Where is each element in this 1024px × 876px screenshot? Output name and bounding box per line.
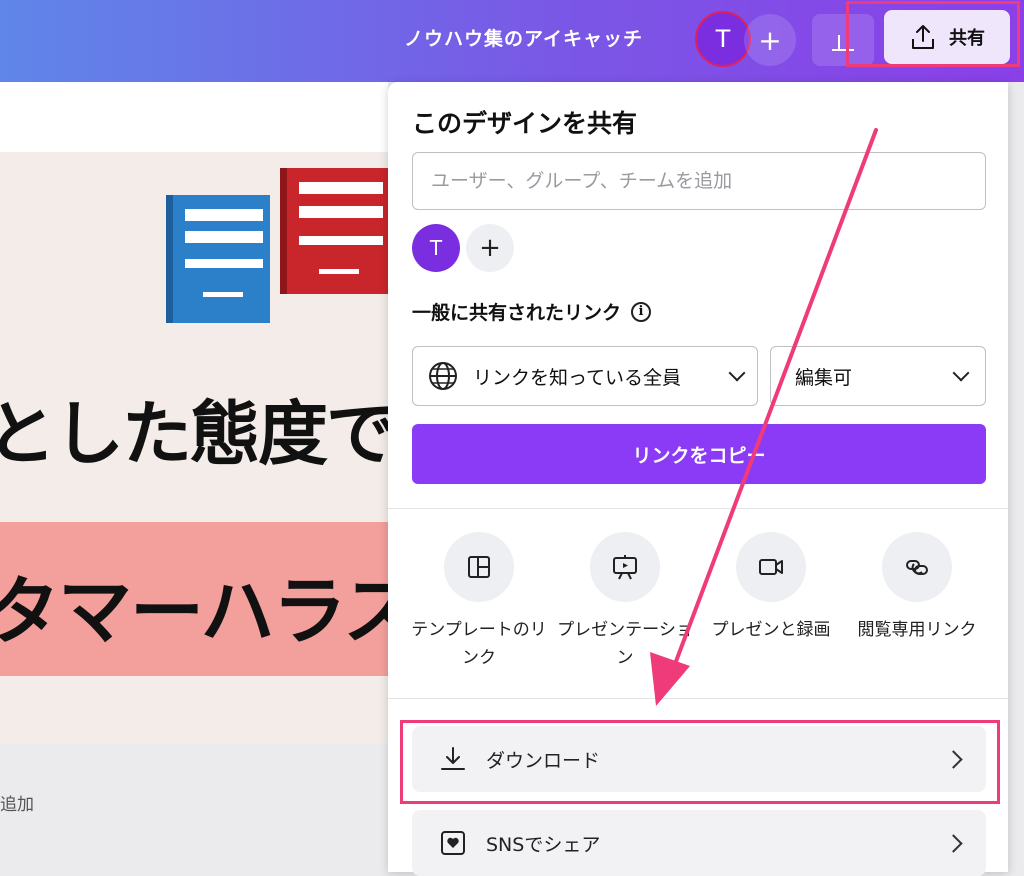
red-book-illustration — [280, 168, 388, 294]
share-sns-row[interactable]: SNSでシェア — [412, 810, 986, 876]
share-sns-label: SNSでシェア — [486, 833, 601, 856]
option-presentation[interactable]: プレゼンテーション — [552, 532, 698, 672]
globe-icon — [429, 362, 457, 390]
chevron-down-icon — [952, 364, 970, 382]
chevron-down-icon — [728, 364, 746, 382]
design-band-text: タマーハラス — [0, 569, 388, 655]
editor-toolbar — [0, 82, 388, 152]
chevron-right-icon — [944, 833, 963, 853]
design-pink-band: タマーハラス — [0, 522, 388, 676]
document-title[interactable]: ノウハウ集のアイキャッチ — [404, 24, 643, 51]
divider — [388, 508, 1008, 509]
info-icon[interactable]: i — [631, 301, 652, 322]
link-access-value: リンクを知っている全員 — [473, 366, 682, 389]
option-label: 閲覧専用リンク — [857, 620, 977, 640]
link-section-heading: 一般に共有されたリンク i — [412, 298, 652, 325]
record-icon — [736, 532, 806, 602]
presentation-icon — [590, 532, 660, 602]
permission-value: 編集可 — [795, 366, 853, 389]
share-panel-title: このデザインを共有 — [412, 109, 638, 138]
add-notes-label[interactable]: 追加 — [0, 790, 34, 815]
divider — [388, 698, 1008, 699]
add-member-button[interactable]: + — [466, 224, 514, 272]
option-present-and-record[interactable]: プレゼンと録画 — [698, 532, 844, 644]
blue-book-illustration — [166, 195, 270, 323]
heart-card-icon — [441, 831, 465, 855]
design-canvas[interactable]: とした態度で タマーハラス — [0, 152, 388, 744]
design-headline: とした態度で — [0, 393, 388, 475]
template-icon — [444, 532, 514, 602]
user-avatar[interactable]: T — [695, 11, 751, 67]
member-avatar[interactable]: T — [412, 224, 460, 272]
option-template-link[interactable]: テンプレートのリンク — [406, 532, 552, 672]
link-heading-label: 一般に共有されたリンク — [412, 302, 622, 324]
notes-strip — [0, 744, 388, 850]
option-label: プレゼンテーション — [557, 620, 693, 668]
option-label: プレゼンと録画 — [711, 620, 831, 640]
copy-link-button[interactable]: リンクをコピー — [412, 424, 986, 484]
add-collaborator-button[interactable]: + — [744, 14, 796, 66]
download-highlight — [400, 720, 1000, 804]
permission-select[interactable]: 編集可 — [770, 346, 986, 406]
add-users-input[interactable] — [412, 152, 986, 210]
share-button-highlight — [846, 1, 1020, 67]
link-access-select[interactable]: リンクを知っている全員 — [412, 346, 758, 406]
link-icon — [882, 532, 952, 602]
option-label: テンプレートのリンク — [411, 620, 547, 668]
option-view-only-link[interactable]: 閲覧専用リンク — [844, 532, 990, 644]
